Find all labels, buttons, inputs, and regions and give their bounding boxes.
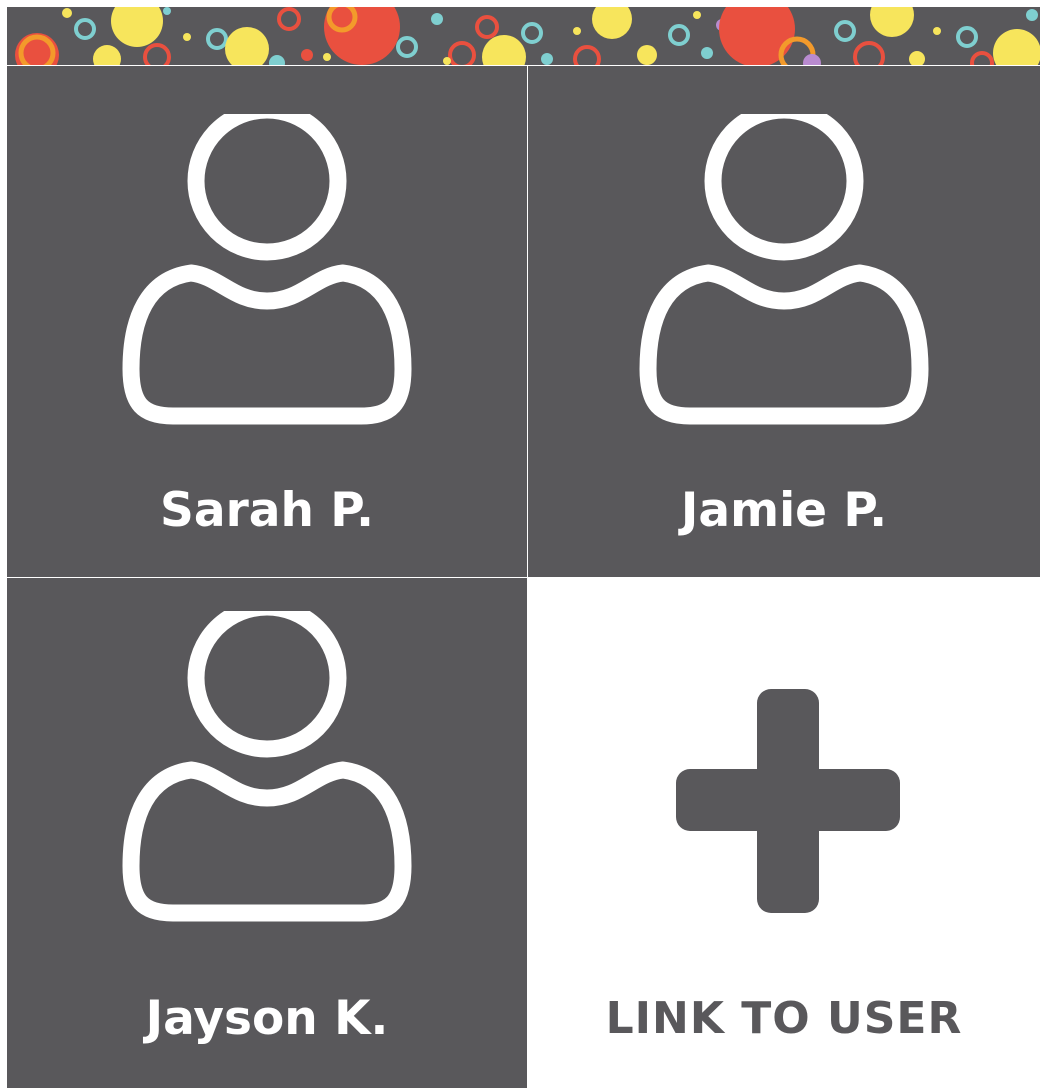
link-to-user-button[interactable]: LINK TO USER (528, 578, 1040, 1088)
user-avatar-icon (639, 114, 929, 425)
link-to-user-label: LINK TO USER (605, 993, 963, 1044)
user-tile-sarah[interactable]: Sarah P. (7, 66, 527, 577)
plus-icon (676, 689, 900, 913)
decorative-banner (7, 7, 1040, 65)
confetti-pattern (7, 7, 1040, 65)
user-name-label: Jayson K. (145, 991, 389, 1046)
user-tile-jamie[interactable]: Jamie P. (528, 66, 1040, 577)
user-tile-jayson[interactable]: Jayson K. (7, 578, 527, 1088)
user-selection-screen: Sarah P. Jamie P. Jayson K. LINK TO USER (0, 0, 1043, 1088)
user-avatar-icon (122, 114, 412, 425)
user-avatar-icon (122, 611, 412, 922)
user-name-label: Jamie P. (680, 483, 888, 538)
user-name-label: Sarah P. (160, 483, 374, 538)
